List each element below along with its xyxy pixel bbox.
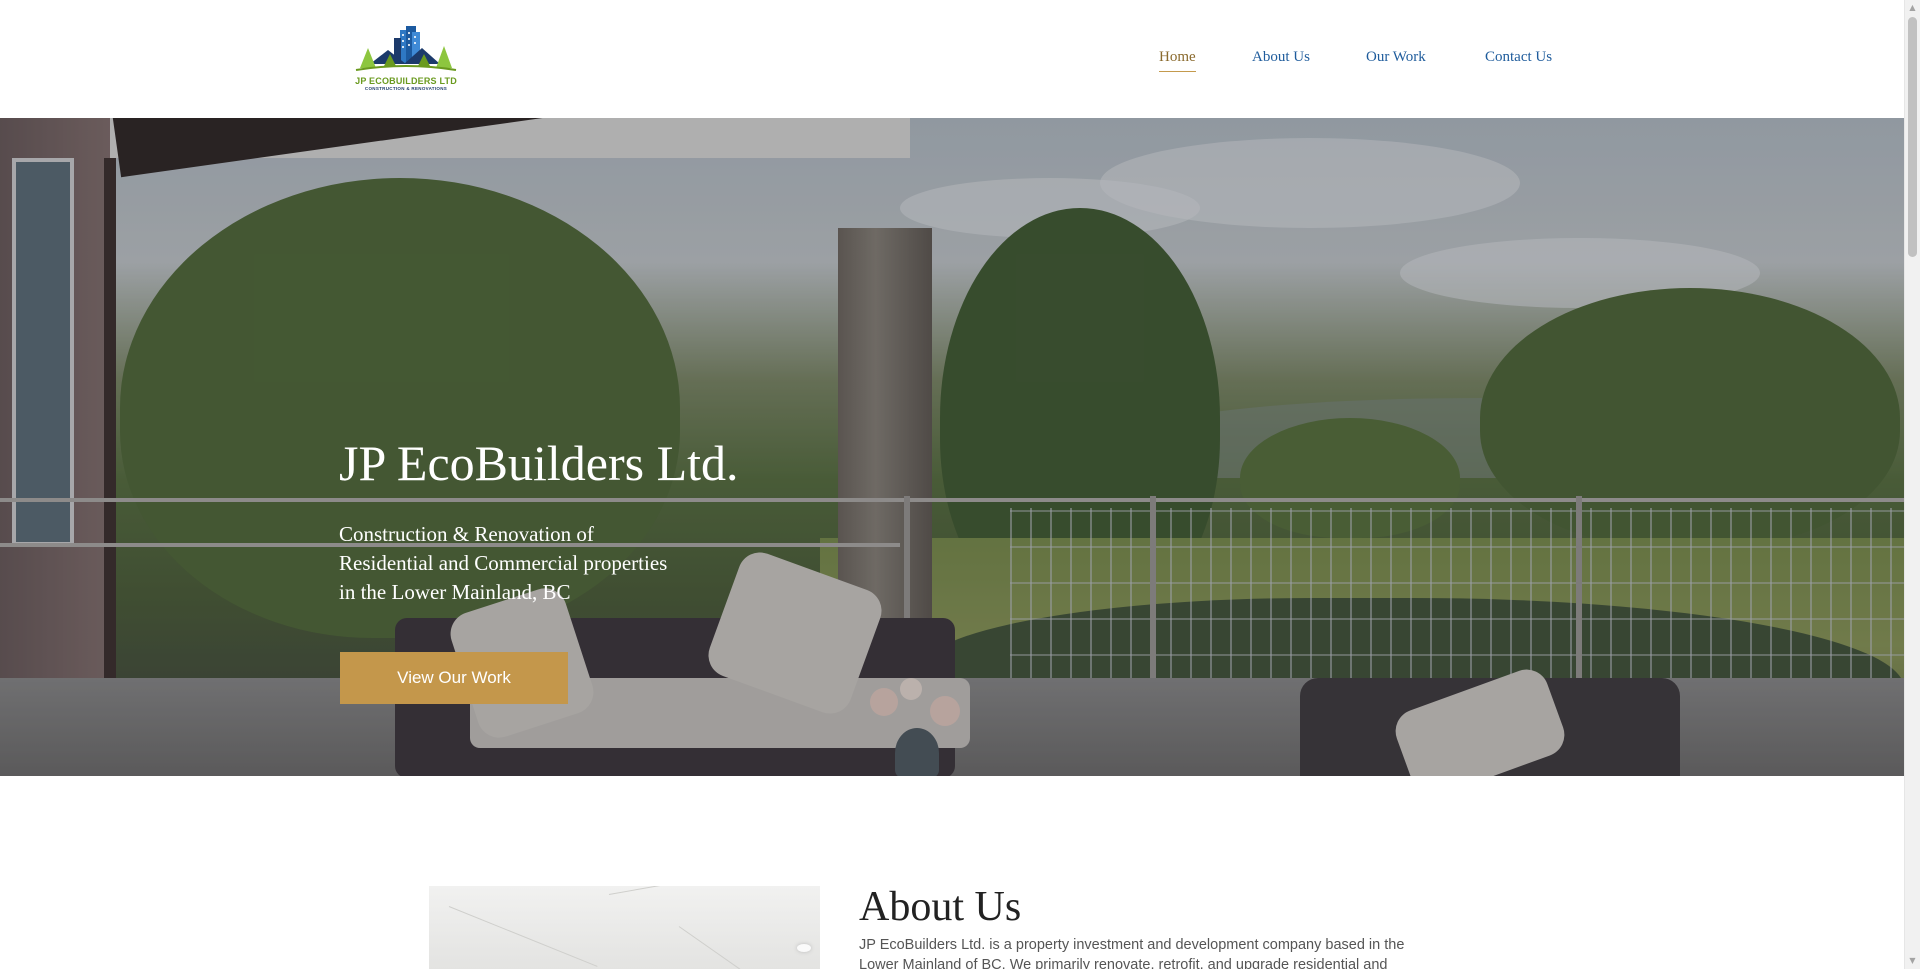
page-scrollbar[interactable]: ▲ ▼ (1904, 0, 1920, 969)
page: JP ECOBUILDERS LTD CONSTRUCTION & RENOVA… (0, 0, 1904, 969)
scrollbar-thumb[interactable] (1908, 17, 1917, 257)
nav-link-about-us[interactable]: About Us (1252, 49, 1310, 69)
logo-icon (355, 26, 457, 71)
logo-text: JP ECOBUILDERS LTD (355, 76, 457, 86)
hero-tagline-line-2: Residential and Commercial properties (339, 551, 668, 575)
hero-section: JP EcoBuilders Ltd. Construction & Renov… (0, 118, 1904, 776)
nav-link-our-work[interactable]: Our Work (1366, 49, 1426, 69)
hero-tagline-line-1: Construction & Renovation of (339, 522, 594, 546)
nav-link-home[interactable]: Home (1159, 49, 1196, 72)
about-title: About Us (859, 884, 1022, 930)
site-header: JP ECOBUILDERS LTD CONSTRUCTION & RENOVA… (0, 0, 1904, 118)
about-image (429, 886, 820, 969)
logo-link[interactable]: JP ECOBUILDERS LTD CONSTRUCTION & RENOVA… (348, 24, 464, 94)
logo-subtext: CONSTRUCTION & RENOVATIONS (364, 86, 448, 91)
hero-tagline-line-3: in the Lower Mainland, BC (339, 580, 571, 604)
hero-title: JP EcoBuilders Ltd. (339, 435, 739, 491)
nav-link-contact-us[interactable]: Contact Us (1485, 49, 1552, 69)
triangle-down-icon[interactable]: ▼ (1905, 953, 1920, 969)
about-text: JP EcoBuilders Ltd. is a property invest… (859, 937, 1405, 969)
view-our-work-button[interactable]: View Our Work (340, 652, 568, 704)
triangle-up-icon[interactable]: ▲ (1905, 0, 1920, 16)
